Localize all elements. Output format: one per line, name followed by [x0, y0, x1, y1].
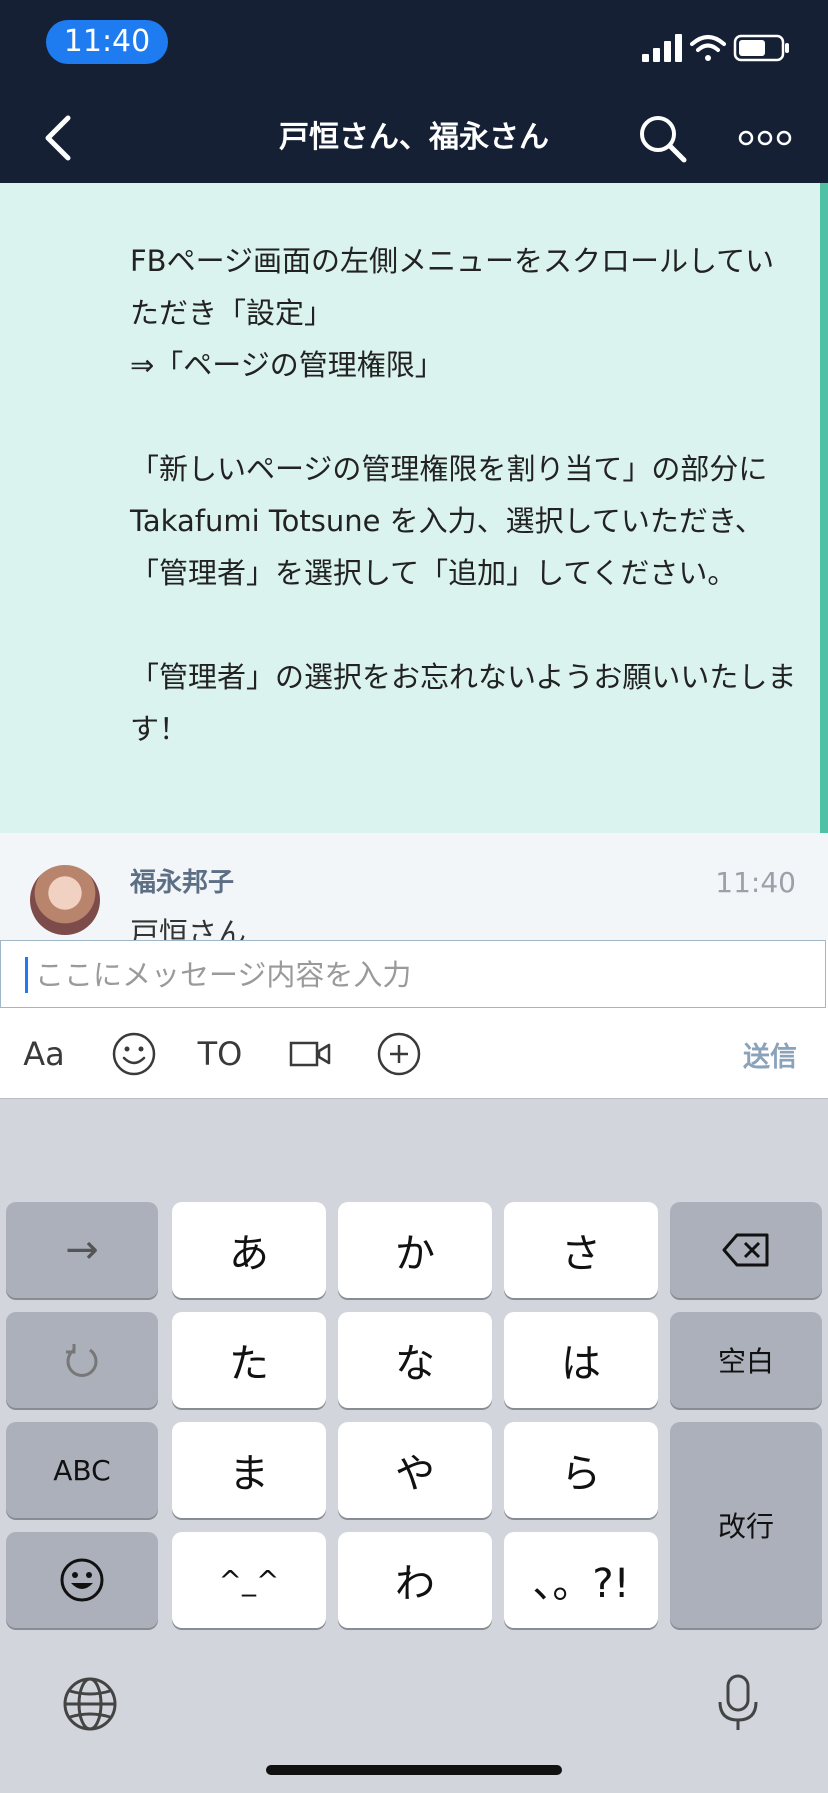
key-arrow[interactable]: →	[6, 1202, 158, 1298]
key-abc[interactable]: ABC	[6, 1422, 158, 1518]
key-ka[interactable]: か	[338, 1202, 492, 1298]
chat-header: 11:40 戸恒さん、福永さん	[0, 0, 828, 183]
key-emoji[interactable]	[6, 1532, 158, 1628]
message-list[interactable]: FBページ画面の左側メニューをスクロールしていただき「設定」 ⇒「ページの管理権…	[0, 183, 828, 940]
search-icon[interactable]	[636, 112, 688, 164]
key-ma[interactable]: ま	[172, 1422, 326, 1518]
sender-name[interactable]: 福永邦子	[130, 865, 234, 901]
wifi-icon	[690, 35, 726, 61]
composer: ここにメッセージ内容を入力 Aa TO 送信	[0, 940, 828, 1098]
smiley-icon	[112, 1032, 156, 1076]
message-text: 戸恒さん	[130, 916, 247, 940]
plus-circle-icon	[377, 1032, 421, 1076]
video-button[interactable]	[286, 1010, 336, 1098]
input-placeholder: ここにメッセージ内容を入力	[35, 958, 412, 992]
status-time: 11:40	[46, 20, 168, 64]
globe-icon[interactable]	[60, 1674, 120, 1734]
signal-icon	[642, 34, 682, 62]
message-body: FBページ画面の左側メニューをスクロールしていただき「設定」 ⇒「ページの管理権…	[130, 244, 797, 746]
emoji-key-icon	[60, 1558, 104, 1602]
message-input[interactable]: ここにメッセージ内容を入力	[0, 940, 826, 1008]
backspace-icon	[722, 1233, 769, 1267]
key-ta[interactable]: た	[172, 1312, 326, 1408]
emoji-button[interactable]	[106, 1010, 162, 1098]
message-item[interactable]: 福永邦子 11:40 戸恒さん	[0, 833, 828, 940]
highlighted-message[interactable]: FBページ画面の左側メニューをスクロールしていただき「設定」 ⇒「ページの管理権…	[0, 183, 828, 833]
key-delete[interactable]	[670, 1202, 822, 1298]
font-button[interactable]: Aa	[14, 1010, 74, 1098]
chat-title: 戸恒さん、福永さん	[279, 120, 549, 155]
more-horizontal-icon[interactable]	[738, 112, 792, 164]
key-sa[interactable]: さ	[504, 1202, 658, 1298]
undo-icon	[66, 1344, 98, 1377]
to-label: TO	[197, 1035, 243, 1073]
video-camera-icon	[289, 1041, 331, 1067]
key-na[interactable]: な	[338, 1312, 492, 1408]
text-caret	[25, 957, 28, 993]
home-indicator[interactable]	[266, 1765, 562, 1775]
key-emoticon[interactable]: ^_^	[172, 1532, 326, 1628]
font-label: Aa	[23, 1035, 65, 1073]
avatar[interactable]	[30, 865, 100, 935]
key-a[interactable]: あ	[172, 1202, 326, 1298]
key-undo[interactable]	[6, 1312, 158, 1408]
send-button[interactable]: 送信	[730, 1010, 810, 1098]
microphone-icon[interactable]	[708, 1674, 768, 1734]
key-punctuation[interactable]: 、。?!	[504, 1532, 658, 1628]
status-icons	[642, 34, 789, 62]
key-ha[interactable]: は	[504, 1312, 658, 1408]
key-ya[interactable]: や	[338, 1422, 492, 1518]
to-button[interactable]: TO	[192, 1010, 248, 1098]
battery-icon	[733, 34, 789, 62]
key-ra[interactable]: ら	[504, 1422, 658, 1518]
composer-toolbar: Aa TO 送信	[0, 1010, 828, 1098]
back-icon[interactable]	[38, 112, 78, 164]
key-return[interactable]: 改行	[670, 1422, 822, 1628]
key-space[interactable]: 空白	[670, 1312, 822, 1408]
message-timestamp: 11:40	[715, 866, 796, 899]
key-wa[interactable]: わ	[338, 1532, 492, 1628]
send-label: 送信	[743, 1041, 797, 1073]
add-button[interactable]	[372, 1010, 426, 1098]
